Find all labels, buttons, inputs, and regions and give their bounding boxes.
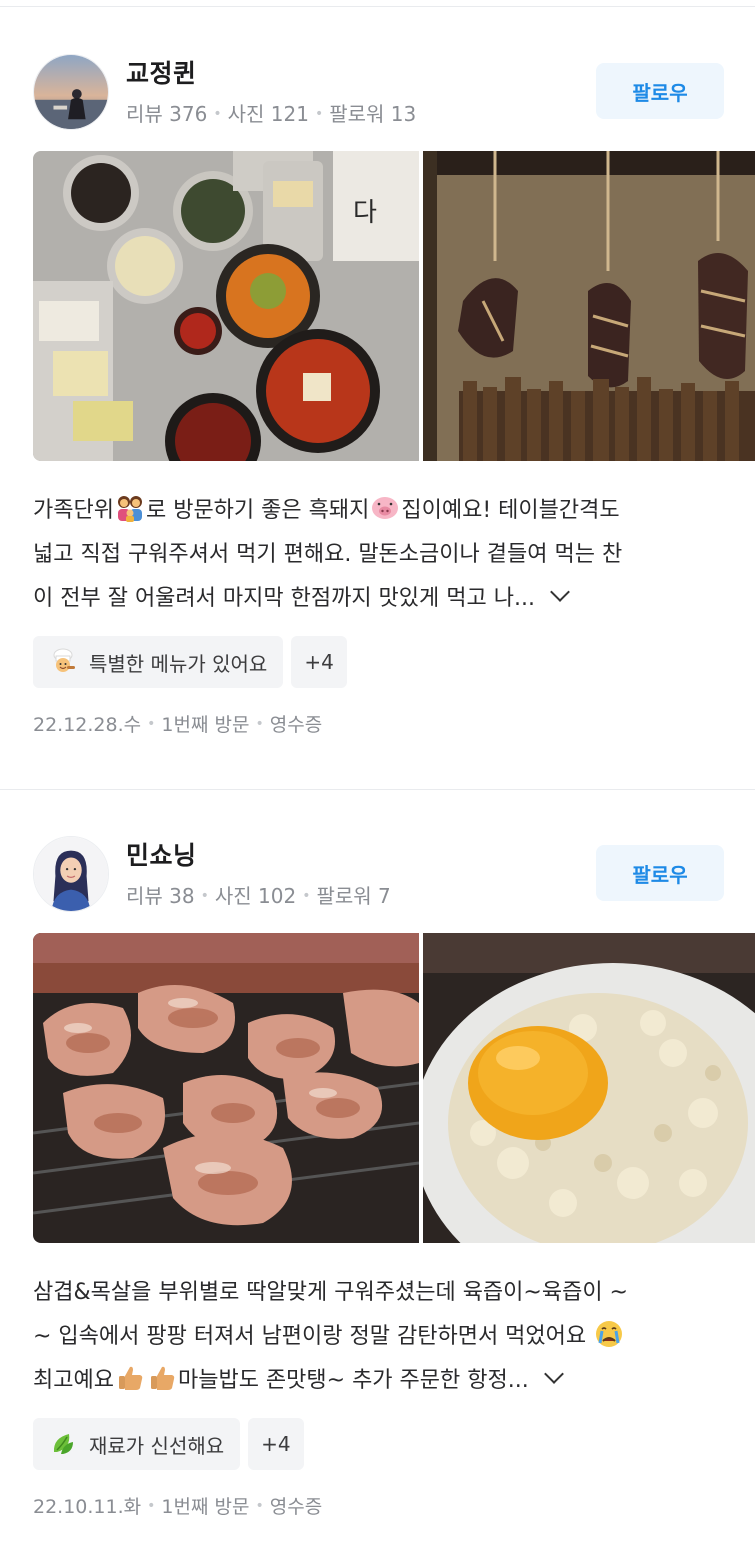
separator-dot: • <box>255 1498 264 1514</box>
chef-icon <box>53 648 75 672</box>
chevron-down-icon[interactable] <box>543 1364 564 1384</box>
photo-strip[interactable]: 다 <box>33 151 755 461</box>
review-photo[interactable]: 다 <box>33 151 419 461</box>
keyword-tags: 재료가 신선해요 +4 <box>33 1418 304 1470</box>
receipt-badge: 영수증 <box>269 1496 323 1518</box>
review-text-fragment: 마늘밥도 존맛탱~ 추가 주문한 항정... <box>177 1368 529 1393</box>
keyword-tag-label: 특별한 메뉴가 있어요 <box>89 651 268 676</box>
separator-dot: • <box>302 888 311 904</box>
separator-dot: • <box>255 716 264 732</box>
follower-count: 팔로워 13 <box>329 102 417 126</box>
photo-count: 사진 121 <box>227 102 309 126</box>
review-footer: 22.12.28.수 • 1번째 방문 • 영수증 <box>33 710 322 737</box>
review-text-fragment: 최고예요 <box>33 1368 114 1393</box>
more-tags-button[interactable]: +4 <box>291 636 347 688</box>
keyword-tag-label: 재료가 신선해요 <box>89 1433 225 1458</box>
review-text-line: 최고예요 마늘밥도 존맛탱~ 추가 주문한 항정... <box>33 1359 728 1403</box>
review-text-fragment: ~ 입속에서 팡팡 터져서 남편이랑 정말 감탄하면서 먹었어요 <box>33 1324 587 1349</box>
keyword-tags: 특별한 메뉴가 있어요 +4 <box>33 636 347 688</box>
visit-count: 1번째 방문 <box>161 714 250 736</box>
avatar[interactable] <box>33 836 109 912</box>
review-text-fragment: 집이예요! 테이블간격도 <box>401 498 620 523</box>
review-text-fragment: 이 전부 잘 어울려서 마지막 한점까지 맛있게 먹고 나... <box>33 586 535 611</box>
review-count: 리뷰 376 <box>126 102 208 126</box>
follow-button[interactable]: 팔로우 <box>596 845 724 901</box>
review-text-line: 가족단위 로 방문하기 좋은 흑돼지 집이예요! 테이블간격도 <box>33 489 728 533</box>
visit-date: 22.12.28.수 <box>33 714 142 736</box>
keyword-tag[interactable]: 재료가 신선해요 <box>33 1418 241 1470</box>
review-photo[interactable] <box>423 151 755 461</box>
photo-strip[interactable] <box>33 933 755 1243</box>
user-stats: 리뷰 376 • 사진 121 • 팔로워 13 <box>126 98 416 127</box>
separator-dot: • <box>213 106 222 122</box>
separator-dot: • <box>147 1498 156 1514</box>
family-emoji-icon <box>117 496 142 522</box>
more-tags-button[interactable]: +4 <box>248 1418 304 1470</box>
receipt-badge: 영수증 <box>269 714 323 736</box>
user-stats: 리뷰 38 • 사진 102 • 팔로워 7 <box>126 880 391 909</box>
leaf-icon <box>53 1434 73 1454</box>
review-count: 리뷰 38 <box>126 884 195 908</box>
separator-dot: • <box>200 888 209 904</box>
pig-emoji-icon <box>372 497 399 519</box>
review-photo[interactable] <box>423 933 755 1243</box>
review-text-line: 이 전부 잘 어울려서 마지막 한점까지 맛있게 먹고 나... <box>33 577 728 621</box>
top-divider <box>0 6 755 7</box>
thumbs-up-icon <box>150 1366 175 1390</box>
crying-face-icon <box>596 1321 623 1347</box>
review-divider <box>0 789 755 790</box>
chevron-down-icon[interactable] <box>550 582 570 602</box>
visit-count: 1번째 방문 <box>161 1496 250 1518</box>
follower-count: 팔로워 7 <box>316 884 391 908</box>
user-name[interactable]: 교정퀸 <box>126 54 197 90</box>
review-photo[interactable] <box>33 933 419 1243</box>
review-text[interactable]: 가족단위 로 방문하기 좋은 흑돼지 집이예요! 테이블간격도 넓고 직접 구워주셔… <box>33 489 728 621</box>
review-text-line: 넓고 직접 구워주셔서 먹기 편해요. 말돈소금이나 곁들여 먹는 찬 <box>33 542 623 567</box>
review-text-line: 삼겹&목살을 부위별로 딱알맞게 구워주셨는데 육즙이~육즙이 ~ <box>33 1280 628 1305</box>
visit-date: 22.10.11.화 <box>33 1496 142 1518</box>
review-text-fragment: 로 방문하기 좋은 흑돼지 <box>145 498 370 523</box>
separator-dot: • <box>147 716 156 732</box>
user-name[interactable]: 민쇼닝 <box>126 836 197 872</box>
follow-button[interactable]: 팔로우 <box>596 63 724 119</box>
thumbs-up-icon <box>118 1366 143 1390</box>
keyword-tag[interactable]: 특별한 메뉴가 있어요 <box>33 636 284 688</box>
separator-dot: • <box>314 106 324 122</box>
review-text-line: ~ 입속에서 팡팡 터져서 남편이랑 정말 감탄하면서 먹었어요 <box>33 1315 728 1359</box>
photo-count: 사진 102 <box>214 884 297 908</box>
review-footer: 22.10.11.화 • 1번째 방문 • 영수증 <box>33 1492 322 1519</box>
avatar[interactable] <box>33 54 109 130</box>
review-text[interactable]: 삼겹&목살을 부위별로 딱알맞게 구워주셨는데 육즙이~육즙이 ~ ~ 입속에서… <box>33 1271 728 1403</box>
svg-text:다: 다 <box>353 198 377 228</box>
review-text-fragment: 가족단위 <box>33 498 114 523</box>
